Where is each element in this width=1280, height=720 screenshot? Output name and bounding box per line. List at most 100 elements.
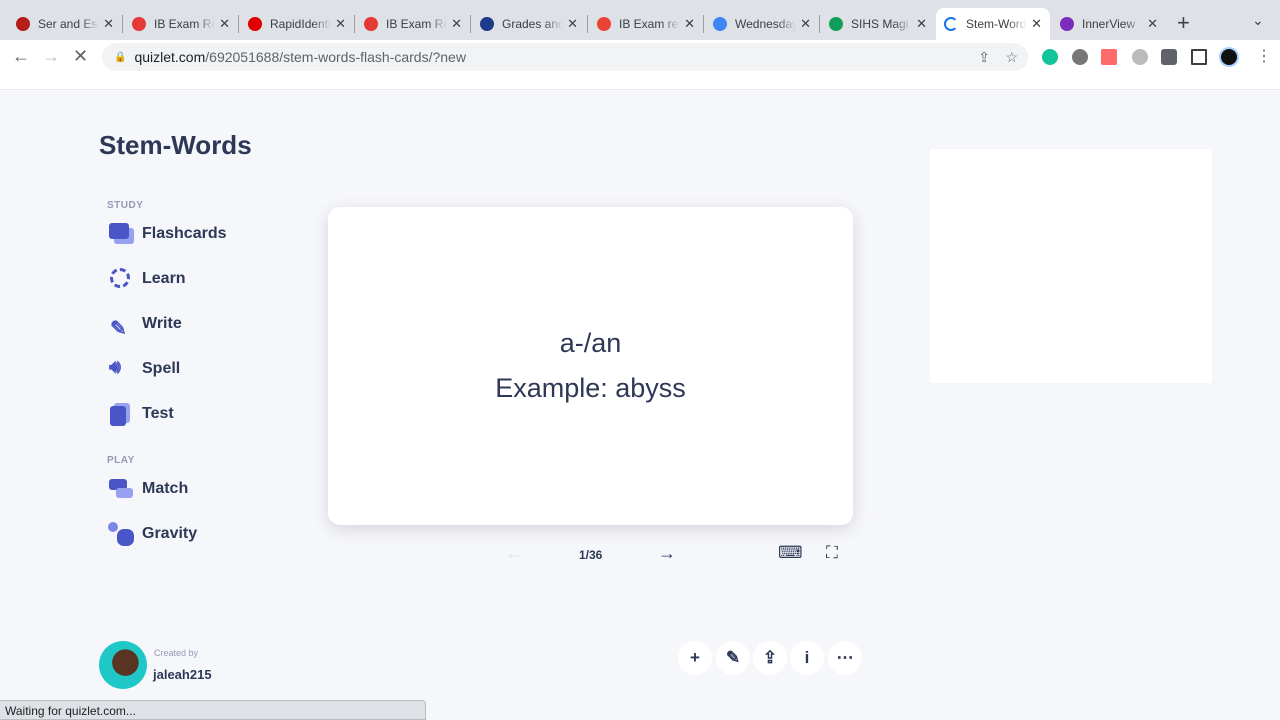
keyboard-shortcuts-icon[interactable]: ⌨ xyxy=(778,543,803,563)
tab-strip: Ser and Estar✕IB Exam Results✕RapidIdent… xyxy=(0,0,1280,40)
page-title: Stem-Words xyxy=(99,130,252,160)
tab-title: Stem-Words xyxy=(966,17,1028,31)
tab-favicon-icon xyxy=(480,17,494,31)
browser-tab[interactable]: Grades and ✕ xyxy=(472,8,586,40)
tab-search-chevron-icon[interactable]: ⌄ xyxy=(1252,12,1264,29)
card-example: Example: abyss xyxy=(495,373,686,403)
extension-play-icon[interactable] xyxy=(1101,49,1117,65)
tab-separator xyxy=(122,15,123,33)
flashcards-icon xyxy=(108,222,134,246)
test-icon xyxy=(108,402,134,426)
learn-icon xyxy=(108,267,134,291)
browser-tab[interactable]: IB Exam Results✕ xyxy=(124,8,238,40)
close-tab-icon[interactable]: ✕ xyxy=(219,16,230,32)
tab-title: IB Exam Results xyxy=(154,17,216,31)
stop-loading-button[interactable]: ✕ xyxy=(73,46,88,67)
sidebar-item-label: Flashcards xyxy=(142,225,227,242)
close-tab-icon[interactable]: ✕ xyxy=(800,16,811,32)
site-header-edge xyxy=(0,74,1280,90)
tab-favicon-icon xyxy=(248,17,262,31)
browser-tab[interactable]: Wednesday ✕ xyxy=(705,8,819,40)
grammarly-icon[interactable] xyxy=(1042,49,1058,65)
close-tab-icon[interactable]: ✕ xyxy=(916,16,927,32)
bookmark-star-icon[interactable]: ☆ xyxy=(1005,49,1018,66)
profile-avatar[interactable] xyxy=(1221,49,1237,65)
tab-favicon-icon xyxy=(1060,17,1074,31)
close-tab-icon[interactable]: ✕ xyxy=(335,16,346,32)
tab-separator xyxy=(819,15,820,33)
add-to-folder-button[interactable]: + xyxy=(678,641,712,675)
browser-tab[interactable]: Ser and Estar ✕ xyxy=(8,8,122,40)
card-progress: 1/36 xyxy=(579,548,603,562)
info-button[interactable]: i xyxy=(790,641,824,675)
extension-lp-icon[interactable] xyxy=(1072,49,1088,65)
share-icon[interactable]: ⇪ xyxy=(978,49,990,66)
creator-avatar[interactable] xyxy=(99,641,147,689)
tab-favicon-icon xyxy=(132,17,146,31)
browser-toolbar: ← → ✕ 🔒 quizlet.com/692051688/stem-words… xyxy=(0,40,1280,74)
extensions-puzzle-icon[interactable] xyxy=(1161,49,1177,65)
url-path: /692051688/stem-words-flash-cards/?new xyxy=(205,49,466,65)
sidebar-item-label: Gravity xyxy=(142,525,198,542)
tab-title: RapidIdentity xyxy=(270,17,331,31)
lock-icon: 🔒 xyxy=(114,51,127,63)
address-bar[interactable]: 🔒 quizlet.com/692051688/stem-words-flash… xyxy=(102,43,1028,71)
tab-favicon-icon xyxy=(944,17,958,31)
ad-slot xyxy=(930,149,1212,383)
sidebar-item-test[interactable]: Test xyxy=(108,401,174,427)
tab-favicon-icon xyxy=(829,17,843,31)
share-button[interactable]: ⇪ xyxy=(753,641,787,675)
url-host: quizlet.com xyxy=(134,49,206,65)
side-panel-icon[interactable] xyxy=(1191,49,1207,65)
sidebar-item-write[interactable]: ✎ Write xyxy=(108,311,182,340)
study-section-label: STUDY xyxy=(107,200,144,211)
next-card-button[interactable]: → xyxy=(658,543,676,564)
status-bar: Waiting for quizlet.com... xyxy=(0,700,426,720)
tab-separator xyxy=(587,15,588,33)
forward-button[interactable]: → xyxy=(42,46,60,67)
spell-icon: 🔊︎ xyxy=(109,357,121,378)
flashcard[interactable]: a-/an Example: abyss xyxy=(328,207,853,525)
tab-separator xyxy=(703,15,704,33)
close-tab-icon[interactable]: ✕ xyxy=(1031,16,1042,32)
browser-tab[interactable]: IB Exam re ✕ xyxy=(589,8,703,40)
browser-tab[interactable]: Stem-Words ✕ xyxy=(936,8,1050,40)
close-tab-icon[interactable]: ✕ xyxy=(567,16,578,32)
browser-tab[interactable]: RapidIdentity ✕ xyxy=(240,8,354,40)
tab-favicon-icon xyxy=(713,17,727,31)
browser-tab[interactable]: IB Exam Results✕ xyxy=(356,8,470,40)
browser-tab[interactable]: SIHS Magi ✕ xyxy=(821,8,935,40)
fullscreen-icon[interactable]: ⛶ xyxy=(826,543,838,563)
more-options-button[interactable]: ⋯ xyxy=(828,641,862,675)
edit-button[interactable]: ✎ xyxy=(716,641,750,675)
tab-title: Ser and Estar xyxy=(38,17,99,31)
tab-favicon-icon xyxy=(597,17,611,31)
previous-card-button[interactable]: ← xyxy=(505,543,523,564)
new-tab-button[interactable]: + xyxy=(1177,10,1190,36)
extension-icon[interactable] xyxy=(1132,49,1148,65)
match-icon xyxy=(108,477,134,501)
sidebar-item-label: Match xyxy=(142,480,189,497)
gravity-icon xyxy=(108,522,134,546)
write-icon: ✎ xyxy=(110,318,127,340)
back-button[interactable]: ← xyxy=(12,46,30,67)
sidebar-item-label: Spell xyxy=(142,360,181,377)
creator-name[interactable]: jaleah215 xyxy=(153,667,212,682)
sidebar-item-match[interactable]: Match xyxy=(108,476,188,502)
close-tab-icon[interactable]: ✕ xyxy=(451,16,462,32)
close-tab-icon[interactable]: ✕ xyxy=(1147,16,1158,32)
tab-title: IB Exam Results xyxy=(386,17,448,31)
close-tab-icon[interactable]: ✕ xyxy=(684,16,695,32)
sidebar-item-learn[interactable]: Learn xyxy=(108,266,186,292)
sidebar-item-flashcards[interactable]: Flashcards xyxy=(108,221,226,247)
sidebar-item-label: Learn xyxy=(142,270,186,287)
tab-title: Grades and xyxy=(502,17,564,31)
close-tab-icon[interactable]: ✕ xyxy=(103,16,114,32)
sidebar-item-spell[interactable]: 🔊︎ Spell xyxy=(108,356,180,382)
created-by-label: Created by xyxy=(154,648,199,658)
browser-tab[interactable]: InnerView ✕ xyxy=(1052,8,1166,40)
sidebar-item-gravity[interactable]: Gravity xyxy=(108,521,197,547)
tab-title: IB Exam re xyxy=(619,17,679,31)
tab-separator xyxy=(238,15,239,33)
chrome-menu-icon[interactable]: ⋮ xyxy=(1256,46,1272,66)
